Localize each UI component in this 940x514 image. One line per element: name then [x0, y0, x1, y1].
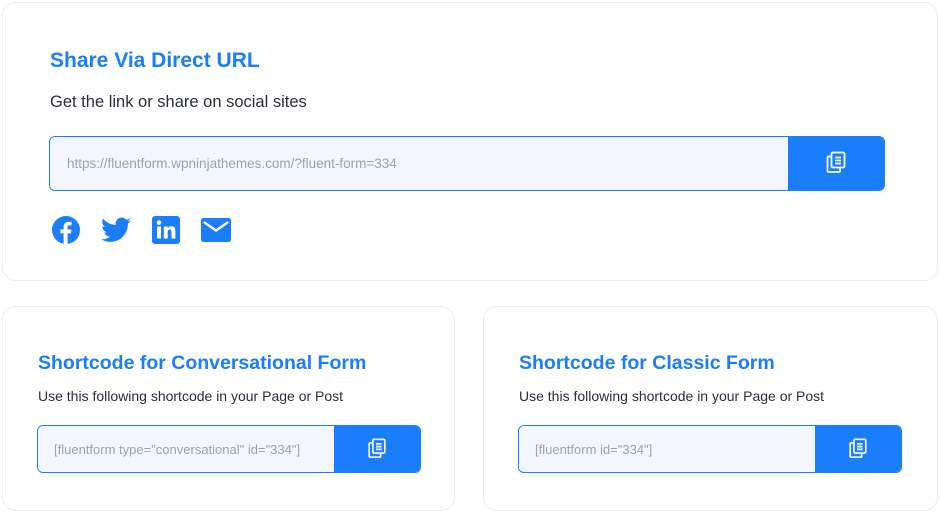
classic-shortcode-field	[518, 425, 902, 473]
linkedin-share-button[interactable]	[152, 215, 180, 249]
twitter-icon	[101, 217, 131, 248]
conversational-shortcode-field	[37, 425, 421, 473]
facebook-share-button[interactable]	[52, 215, 80, 249]
copy-conversational-shortcode-button[interactable]	[334, 426, 420, 472]
copy-icon	[824, 150, 848, 177]
section-title: Share Via Direct URL	[50, 49, 260, 72]
email-icon	[201, 217, 231, 247]
classic-shortcode-card: Shortcode for Classic Form Use this foll…	[483, 306, 938, 511]
classic-shortcode-input[interactable]	[519, 426, 815, 472]
direct-url-input[interactable]	[50, 137, 788, 190]
section-subtitle: Get the link or share on social sites	[50, 93, 307, 111]
copy-icon	[847, 437, 869, 462]
section-title: Shortcode for Conversational Form	[38, 352, 367, 374]
section-subtitle: Use this following shortcode in your Pag…	[519, 388, 825, 404]
conversational-shortcode-card: Shortcode for Conversational Form Use th…	[2, 306, 455, 511]
copy-url-button[interactable]	[788, 137, 884, 190]
linkedin-icon	[152, 215, 180, 249]
conversational-shortcode-input[interactable]	[38, 426, 334, 472]
social-share-row	[52, 215, 252, 249]
section-subtitle: Use this following shortcode in your Pag…	[38, 388, 344, 404]
copy-classic-shortcode-button[interactable]	[815, 426, 901, 472]
email-share-button[interactable]	[201, 217, 231, 247]
share-direct-url-card: Share Via Direct URL Get the link or sha…	[2, 2, 938, 281]
twitter-share-button[interactable]	[101, 217, 131, 248]
section-title: Shortcode for Classic Form	[519, 352, 775, 374]
direct-url-field	[49, 136, 885, 191]
copy-icon	[366, 437, 388, 462]
facebook-icon	[52, 215, 80, 249]
